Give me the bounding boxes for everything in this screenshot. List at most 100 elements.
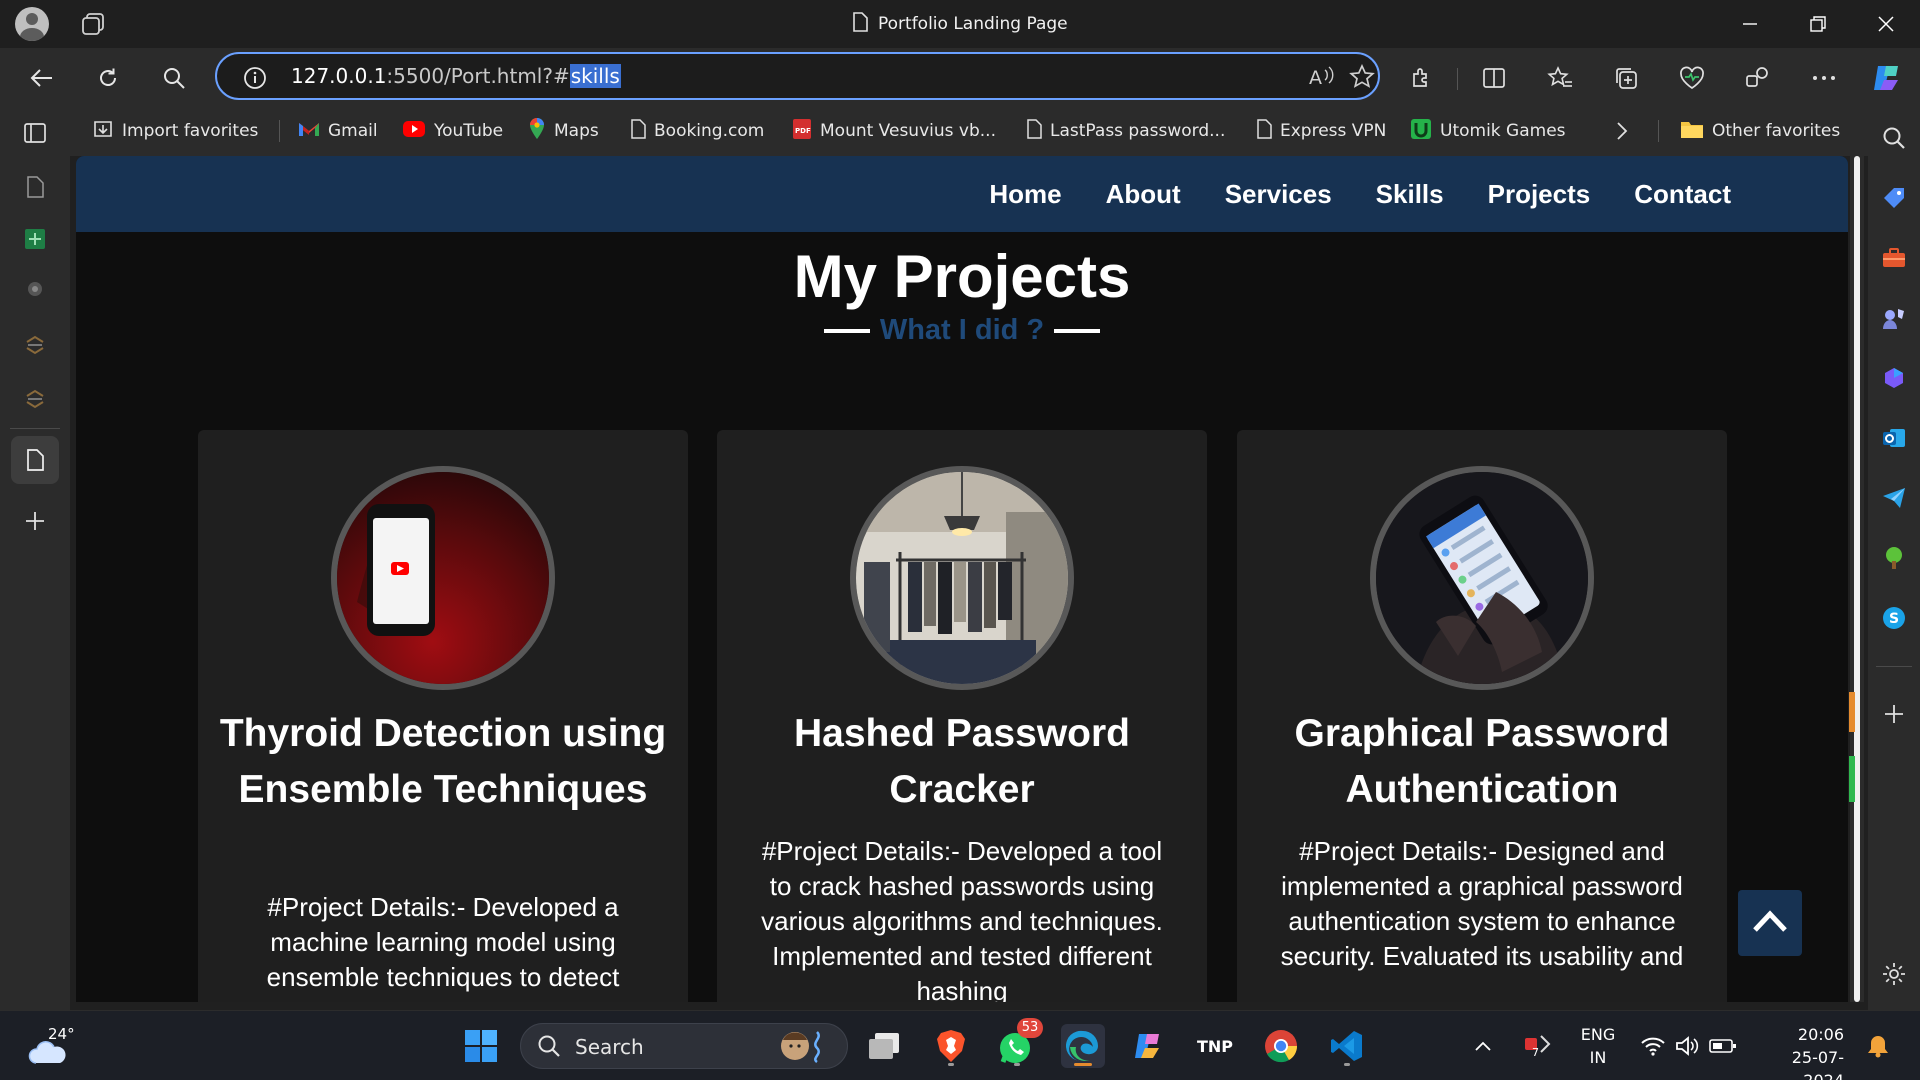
address-bar[interactable]: 127.0.0.1:5500/Port.html?#skills A — [215, 52, 1380, 100]
wifi-icon[interactable] — [1636, 1024, 1670, 1068]
project-image-phone-chat — [1370, 466, 1594, 690]
favorite-gmail[interactable]: Gmail — [298, 116, 378, 146]
sidebar-search-icon[interactable] — [1878, 122, 1910, 154]
browser-essentials-icon[interactable] — [1674, 60, 1710, 96]
tray-app-icon[interactable]: 7 — [1518, 1024, 1558, 1068]
copilot-icon[interactable] — [1868, 58, 1908, 98]
copilot-sidebar-icon[interactable] — [1878, 362, 1910, 394]
add-sidebar-app-icon[interactable] — [1878, 698, 1910, 730]
copilot-app-icon[interactable] — [1127, 1024, 1171, 1068]
page-scrollbar[interactable] — [1850, 156, 1864, 1002]
project-image-clothing-store — [850, 466, 1074, 690]
tab-page-icon[interactable] — [18, 170, 52, 204]
whatsapp-icon[interactable]: 53 — [995, 1018, 1043, 1068]
favorite-youtube[interactable]: YouTube — [402, 116, 503, 146]
edge-sidebar: S — [1868, 106, 1920, 1010]
send-telegram-icon[interactable] — [1878, 482, 1910, 514]
language-indicator[interactable]: ENG IN — [1578, 1023, 1618, 1069]
favorites-icon[interactable] — [1542, 60, 1578, 96]
close-button[interactable] — [1852, 0, 1920, 48]
subtitle-divider — [1054, 328, 1101, 333]
profile-avatar[interactable] — [15, 7, 49, 41]
windows-taskbar: 24° Search 53 TNP 7 ENG IN 20:06 25-07- — [0, 1010, 1920, 1080]
more-menu-icon[interactable] — [1806, 60, 1842, 96]
weather-widget[interactable]: 24° — [28, 1025, 88, 1069]
restore-button[interactable] — [1784, 0, 1852, 48]
favorite-utomik[interactable]: Utomik Games — [1410, 116, 1566, 146]
shopping-tag-icon[interactable] — [1878, 182, 1910, 214]
url-text[interactable]: 127.0.0.1:5500/Port.html?#skills — [291, 64, 621, 88]
window-title-text: Portfolio Landing Page — [878, 14, 1068, 34]
favorite-lastpass[interactable]: LastPass password... — [1026, 116, 1225, 146]
share-icon[interactable] — [1740, 60, 1776, 96]
tools-briefcase-icon[interactable] — [1878, 242, 1910, 274]
favorite-express-vpn[interactable]: Express VPN — [1256, 116, 1386, 146]
collections-icon[interactable] — [1608, 60, 1644, 96]
nav-link-services[interactable]: Services — [1225, 179, 1332, 210]
tab-code-icon[interactable] — [18, 328, 52, 362]
page-icon — [852, 11, 868, 37]
utomik-icon — [1410, 118, 1432, 145]
scroll-position-marks — [1849, 692, 1855, 802]
tree-icon[interactable] — [1878, 542, 1910, 574]
tab-actions-icon[interactable] — [18, 116, 52, 150]
search-icon — [537, 1034, 561, 1062]
page-viewport[interactable]: Home About Services Skills Projects Cont… — [76, 156, 1848, 1002]
page-icon — [1026, 118, 1042, 144]
taskbar-clock[interactable]: 20:06 25-07-2024 — [1756, 1023, 1844, 1080]
split-screen-icon[interactable] — [1476, 60, 1512, 96]
project-title: Graphical Password Authentication — [1294, 712, 1670, 811]
start-windows-icon[interactable] — [459, 1024, 503, 1068]
workspaces-icon[interactable] — [80, 12, 106, 36]
favorite-maps[interactable]: Maps — [528, 116, 599, 146]
edge-browser-icon[interactable] — [1061, 1024, 1105, 1068]
tray-overflow-chevron-icon[interactable] — [1468, 1024, 1498, 1068]
favorite-booking[interactable]: Booking.com — [630, 116, 764, 146]
outlook-icon[interactable] — [1878, 422, 1910, 454]
battery-icon[interactable] — [1704, 1024, 1742, 1068]
nav-link-home[interactable]: Home — [989, 179, 1061, 210]
site-info-icon[interactable] — [243, 66, 267, 94]
favorites-overflow-chevron-icon[interactable] — [1616, 116, 1628, 146]
chrome-icon[interactable] — [1259, 1024, 1303, 1068]
skype-icon[interactable]: S — [1878, 602, 1910, 634]
favorite-mount-vesuvius[interactable]: PDF Mount Vesuvius vb... — [792, 116, 996, 146]
browser-toolbar: 127.0.0.1:5500/Port.html?#skills A — [0, 48, 1920, 106]
favorite-import[interactable]: Import favorites — [92, 116, 258, 146]
task-view-icon[interactable] — [862, 1024, 906, 1068]
brave-browser-icon[interactable] — [929, 1024, 973, 1068]
page-icon — [630, 118, 646, 144]
tnp-app-icon[interactable]: TNP — [1193, 1024, 1237, 1068]
search-icon[interactable] — [156, 60, 192, 96]
new-tab-plus-icon[interactable] — [18, 504, 52, 538]
nav-link-contact[interactable]: Contact — [1634, 179, 1731, 210]
tab-sheets-icon[interactable] — [18, 222, 52, 256]
project-title: Thyroid Detection using Ensemble Techniq… — [219, 712, 667, 811]
back-to-top-button[interactable] — [1738, 890, 1802, 956]
refresh-button[interactable] — [90, 60, 126, 96]
notification-bell-icon[interactable] — [1858, 1024, 1898, 1068]
scrollbar-thumb[interactable] — [1854, 156, 1860, 1002]
extensions-icon[interactable] — [1403, 60, 1439, 96]
project-image-phone-youtube — [331, 466, 555, 690]
sidebar-settings-gear-icon[interactable] — [1878, 958, 1910, 990]
vertical-tabs-sidebar — [0, 106, 70, 1010]
nav-link-about[interactable]: About — [1106, 179, 1181, 210]
tab-code-icon-2[interactable] — [18, 382, 52, 416]
favorite-star-icon[interactable] — [1349, 63, 1375, 94]
back-button[interactable] — [24, 60, 60, 96]
whatsapp-notification-badge: 53 — [1017, 1018, 1043, 1038]
minimize-button[interactable] — [1716, 0, 1784, 48]
favorite-other[interactable]: Other favorites — [1680, 116, 1840, 146]
tab-active-page-icon[interactable] — [11, 436, 59, 484]
nav-link-projects[interactable]: Projects — [1488, 179, 1591, 210]
read-aloud-icon[interactable]: A — [1309, 64, 1335, 92]
tab-location-icon[interactable] — [18, 274, 52, 308]
games-icon[interactable] — [1878, 302, 1910, 334]
window-controls — [1716, 0, 1920, 48]
project-description: #Project Details:- Developed a machine l… — [266, 892, 620, 992]
nav-link-skills[interactable]: Skills — [1376, 179, 1444, 210]
vscode-icon[interactable] — [1325, 1024, 1369, 1068]
volume-icon[interactable] — [1670, 1024, 1704, 1068]
taskbar-search[interactable]: Search — [520, 1023, 848, 1069]
